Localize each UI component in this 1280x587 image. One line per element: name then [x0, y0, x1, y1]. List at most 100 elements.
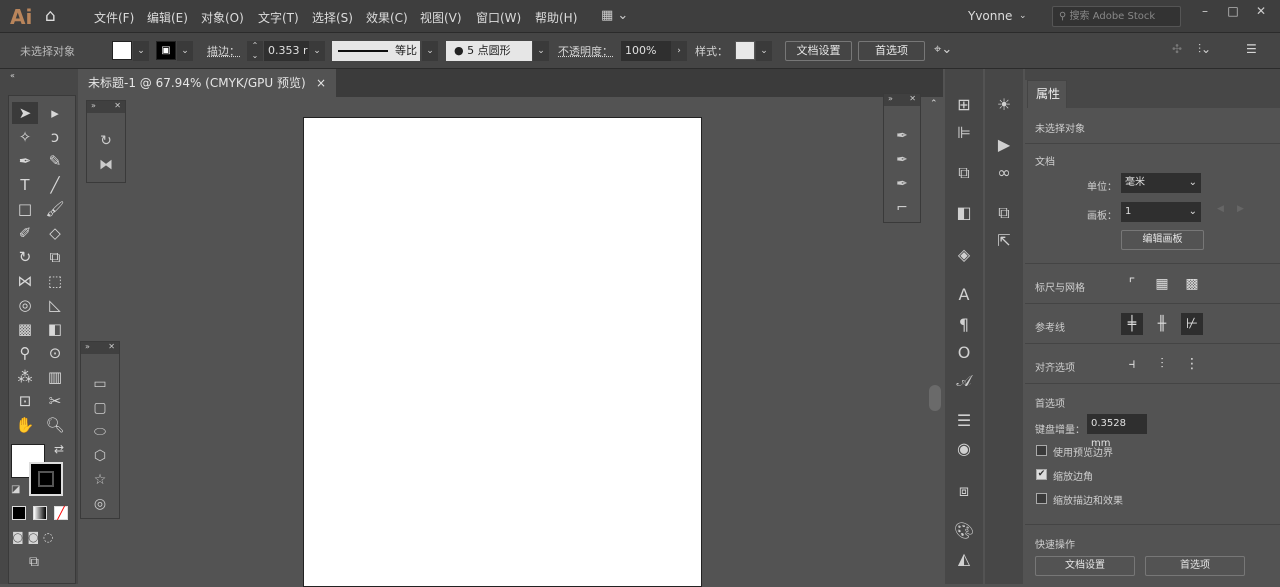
anchor-point-tool-icon[interactable]: ⌐	[884, 200, 920, 216]
menu-window[interactable]: 窗口(W)	[476, 9, 521, 26]
edit-artboards-button[interactable]: 编辑画板	[1121, 230, 1204, 250]
type-tool-icon[interactable]: T	[12, 174, 38, 196]
tab-properties[interactable]: 属性	[1027, 80, 1067, 108]
scale-strokes-effects-checkbox[interactable]	[1036, 493, 1047, 504]
menu-effect[interactable]: 效果(C)	[366, 9, 408, 26]
libraries-icon[interactable]: ⧉	[985, 203, 1023, 223]
character-icon[interactable]: A	[945, 285, 983, 304]
scroll-up-icon[interactable]: ⌃	[930, 99, 938, 109]
stroke-color-box[interactable]	[29, 462, 63, 496]
artboards-icon[interactable]: ⊞	[945, 95, 983, 114]
none-mode-icon[interactable]: ╱	[54, 506, 68, 520]
artboard-select[interactable]: 1⌄	[1121, 202, 1201, 222]
lasso-tool-icon[interactable]: ↄ	[42, 126, 68, 148]
menu-object[interactable]: 对象(O)	[201, 9, 244, 26]
links-icon[interactable]: ∞	[985, 163, 1023, 182]
mesh-tool-icon[interactable]: ▩	[12, 318, 38, 340]
draw-mode-icons[interactable]: ◙ ◙ ◌	[12, 530, 53, 544]
lock-guides-icon[interactable]: ╫	[1151, 313, 1173, 335]
appearance-icon[interactable]: ☀	[985, 95, 1023, 114]
default-colors-icon[interactable]: ◪	[11, 484, 20, 495]
show-guides-icon[interactable]: ╪	[1121, 313, 1143, 335]
curvature-tool-icon[interactable]: ✎	[42, 150, 68, 172]
polygon-tool-icon[interactable]: ⬡	[81, 448, 119, 464]
eyedropper-tool-icon[interactable]: ⚲	[12, 342, 38, 364]
ellipse-tool-icon[interactable]: ⬭	[81, 424, 119, 440]
rounded-rectangle-tool-icon[interactable]: ▢	[81, 400, 119, 416]
column-graph-tool-icon[interactable]: ▥	[42, 366, 68, 388]
hand-tool-icon[interactable]: ✋	[12, 414, 38, 436]
panel-header[interactable]: »✕	[81, 342, 119, 354]
color-mode-icon[interactable]	[12, 506, 26, 520]
slice-tool-icon[interactable]: ✂	[42, 390, 68, 412]
smart-guides-icon[interactable]: ⊬	[1181, 313, 1203, 335]
stroke-dropdown[interactable]: ⌄	[177, 41, 193, 61]
width-tool-icon[interactable]: ⋈	[12, 270, 38, 292]
align-icon[interactable]: ⫶⌄	[1198, 42, 1211, 57]
reflect-tool-icon[interactable]: ⧓	[87, 157, 125, 173]
opacity-arrow[interactable]: ›	[671, 41, 687, 61]
add-anchor-point-tool-icon[interactable]: ✒	[884, 152, 920, 168]
shape-builder-tool-icon[interactable]: ◎	[12, 294, 38, 316]
rulers-icon[interactable]: ⌜	[1121, 273, 1143, 295]
layers-icon[interactable]: ◈	[945, 245, 983, 264]
perspective-grid-tool-icon[interactable]: ◺	[42, 294, 68, 316]
workspace-switcher-icon[interactable]: ▦ ⌄	[601, 8, 628, 23]
panel-header[interactable]: »✕	[884, 94, 920, 106]
delete-anchor-point-tool-icon[interactable]: ✒	[884, 176, 920, 192]
star-tool-icon[interactable]: ☆	[81, 472, 119, 488]
paragraph-icon[interactable]: ¶	[945, 315, 983, 334]
stroke-weight-input[interactable]: 0.353 r	[264, 41, 309, 61]
snap-to-point-icon[interactable]: ⫞	[1121, 353, 1143, 375]
shaper-tool-icon[interactable]: ✐	[12, 222, 38, 244]
artboard[interactable]	[303, 117, 702, 587]
user-menu[interactable]: Yvonne	[968, 9, 1012, 23]
transparency-icon[interactable]: ◉	[945, 439, 983, 458]
free-transform-tool-icon[interactable]: ⬚	[42, 270, 68, 292]
opacity-input[interactable]: 100%	[621, 41, 671, 61]
actions-icon[interactable]: ▶	[985, 135, 1023, 154]
select-similar-icon[interactable]: ⌖⌄	[934, 42, 952, 57]
document-tab[interactable]: 未标题-1 @ 67.94% (CMYK/GPU 预览)×	[78, 69, 336, 97]
snap-to-glyph-icon[interactable]: ⋮	[1181, 353, 1203, 375]
close-tab-icon[interactable]: ×	[316, 69, 326, 97]
blend-tool-icon[interactable]: ⊙	[42, 342, 68, 364]
pathfinder-icon[interactable]: ⧉	[945, 163, 983, 183]
home-icon[interactable]: ⌂	[45, 6, 56, 26]
stroke-icon[interactable]: ☰	[945, 411, 983, 430]
unit-select[interactable]: 毫米⌄	[1121, 173, 1201, 193]
stroke-stepper[interactable]: ⌃⌄	[247, 41, 263, 61]
document-setup-button[interactable]: 文档设置	[785, 41, 852, 61]
stroke-label[interactable]: 描边：	[207, 42, 240, 62]
swatches-icon[interactable]: 🎨︎	[945, 521, 983, 540]
opentype-icon[interactable]: O	[945, 343, 983, 362]
glyphs-icon[interactable]: 𝒜	[945, 371, 983, 391]
snap-to-pixel-icon[interactable]: ⫶	[1151, 353, 1173, 375]
symbol-sprayer-tool-icon[interactable]: ⁂	[12, 366, 38, 388]
gradient-mode-icon[interactable]	[33, 506, 47, 520]
stroke-swatch[interactable]: ▣	[156, 41, 176, 60]
rotate-tool-icon[interactable]: ↻	[87, 133, 125, 149]
use-preview-bounds-checkbox[interactable]	[1036, 445, 1047, 456]
scroll-thumb[interactable]	[929, 385, 941, 411]
opacity-label[interactable]: 不透明度：	[558, 42, 613, 62]
document-setup-button[interactable]: 文档设置	[1035, 556, 1135, 576]
style-dropdown[interactable]: ⌄	[756, 41, 772, 61]
stock-search-input[interactable]: ⚲ 搜索 Adobe Stock	[1052, 6, 1181, 27]
menu-help[interactable]: 帮助(H)	[535, 9, 577, 26]
pen-tool-icon[interactable]: ✒	[12, 150, 38, 172]
preferences-button[interactable]: 首选项	[1145, 556, 1245, 576]
panel-header[interactable]: »✕	[87, 101, 125, 113]
fill-dropdown[interactable]: ⌄	[133, 41, 149, 61]
selection-tool-icon[interactable]: ➤	[12, 102, 38, 124]
export-icon[interactable]: ⇱	[985, 231, 1023, 250]
color-guide-icon[interactable]: ◭	[945, 549, 983, 568]
menu-view[interactable]: 视图(V)	[420, 9, 462, 26]
next-artboard-icon[interactable]: ▶	[1237, 204, 1244, 214]
scale-tool-icon[interactable]: ⧉	[42, 246, 68, 268]
rotate-tool-icon[interactable]: ↻	[12, 246, 38, 268]
menu-type[interactable]: 文字(T)	[258, 9, 299, 26]
minimize-button[interactable]: –	[1192, 4, 1218, 20]
eraser-tool-icon[interactable]: ◇	[42, 222, 68, 244]
transparency-grid-icon[interactable]: ▩	[1181, 273, 1203, 295]
